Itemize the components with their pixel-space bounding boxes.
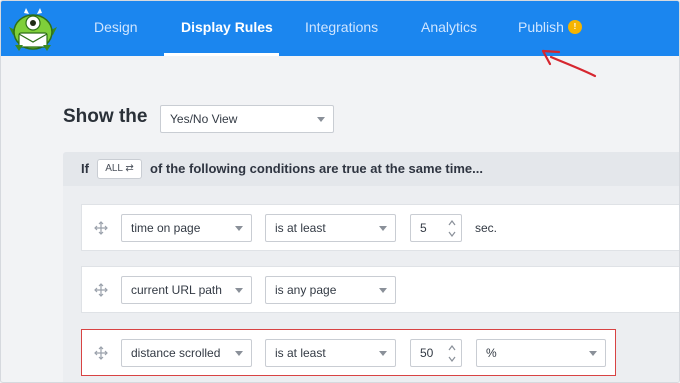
publish-status-badge: ! [568, 20, 582, 34]
tab-integrations[interactable]: Integrations [305, 1, 378, 53]
rule-value-stepper[interactable]: 5 [410, 214, 462, 242]
chevron-down-icon [235, 288, 243, 293]
rule-field-value: current URL path [131, 283, 222, 297]
tab-display-rules[interactable]: Display Rules [181, 1, 273, 53]
active-tab-indicator [164, 53, 279, 56]
rule-field-select[interactable]: distance scrolled [121, 339, 252, 367]
rule-operator-select[interactable]: is at least [265, 339, 396, 367]
chevron-down-icon [379, 351, 387, 356]
view-select[interactable]: Yes/No View [160, 105, 334, 133]
annotation-arrow-icon [541, 49, 597, 78]
all-any-toggle-button[interactable]: ALL ⇄ [97, 159, 142, 179]
drag-handle-icon[interactable] [94, 346, 108, 360]
stepper-up-icon[interactable] [448, 219, 456, 227]
stepper-down-icon[interactable] [448, 355, 456, 363]
rule-unit-select[interactable]: % [476, 339, 606, 367]
rule-operator-value: is at least [275, 221, 326, 235]
rule-operator-select[interactable]: is at least [265, 214, 396, 242]
stepper-down-icon[interactable] [448, 230, 456, 238]
rule-field-select[interactable]: time on page [121, 214, 252, 242]
conditions-description: of the following conditions are true at … [150, 161, 483, 176]
rule-unit-label: sec. [475, 221, 498, 235]
rule-value: 50 [420, 346, 434, 360]
chevron-down-icon [235, 226, 243, 231]
app-window: Design Display Rules Integrations Analyt… [0, 0, 680, 383]
if-label: If [81, 161, 89, 176]
rule-field-value: distance scrolled [131, 346, 221, 360]
chevron-down-icon [589, 351, 597, 356]
chevron-down-icon [317, 117, 325, 122]
rule-field-select[interactable]: current URL path [121, 276, 252, 304]
drag-handle-icon[interactable] [94, 283, 108, 297]
optinmonster-logo-icon[interactable] [7, 5, 59, 53]
show-the-label: Show the [63, 106, 148, 127]
drag-handle-icon[interactable] [94, 221, 108, 235]
rule-value: 5 [420, 221, 427, 235]
chevron-down-icon [379, 288, 387, 293]
stepper-up-icon[interactable] [448, 344, 456, 352]
chevron-down-icon [379, 226, 387, 231]
rule-operator-value: is at least [275, 346, 326, 360]
rule-operator-value: is any page [275, 283, 337, 297]
rule-field-value: time on page [131, 221, 201, 235]
chevron-down-icon [235, 351, 243, 356]
rule-unit-value: % [486, 346, 497, 360]
rule-value-stepper[interactable]: 50 [410, 339, 462, 367]
rule-operator-select[interactable]: is any page [265, 276, 396, 304]
tab-design[interactable]: Design [94, 1, 138, 53]
view-select-value: Yes/No View [170, 112, 238, 126]
tab-analytics[interactable]: Analytics [421, 1, 477, 53]
